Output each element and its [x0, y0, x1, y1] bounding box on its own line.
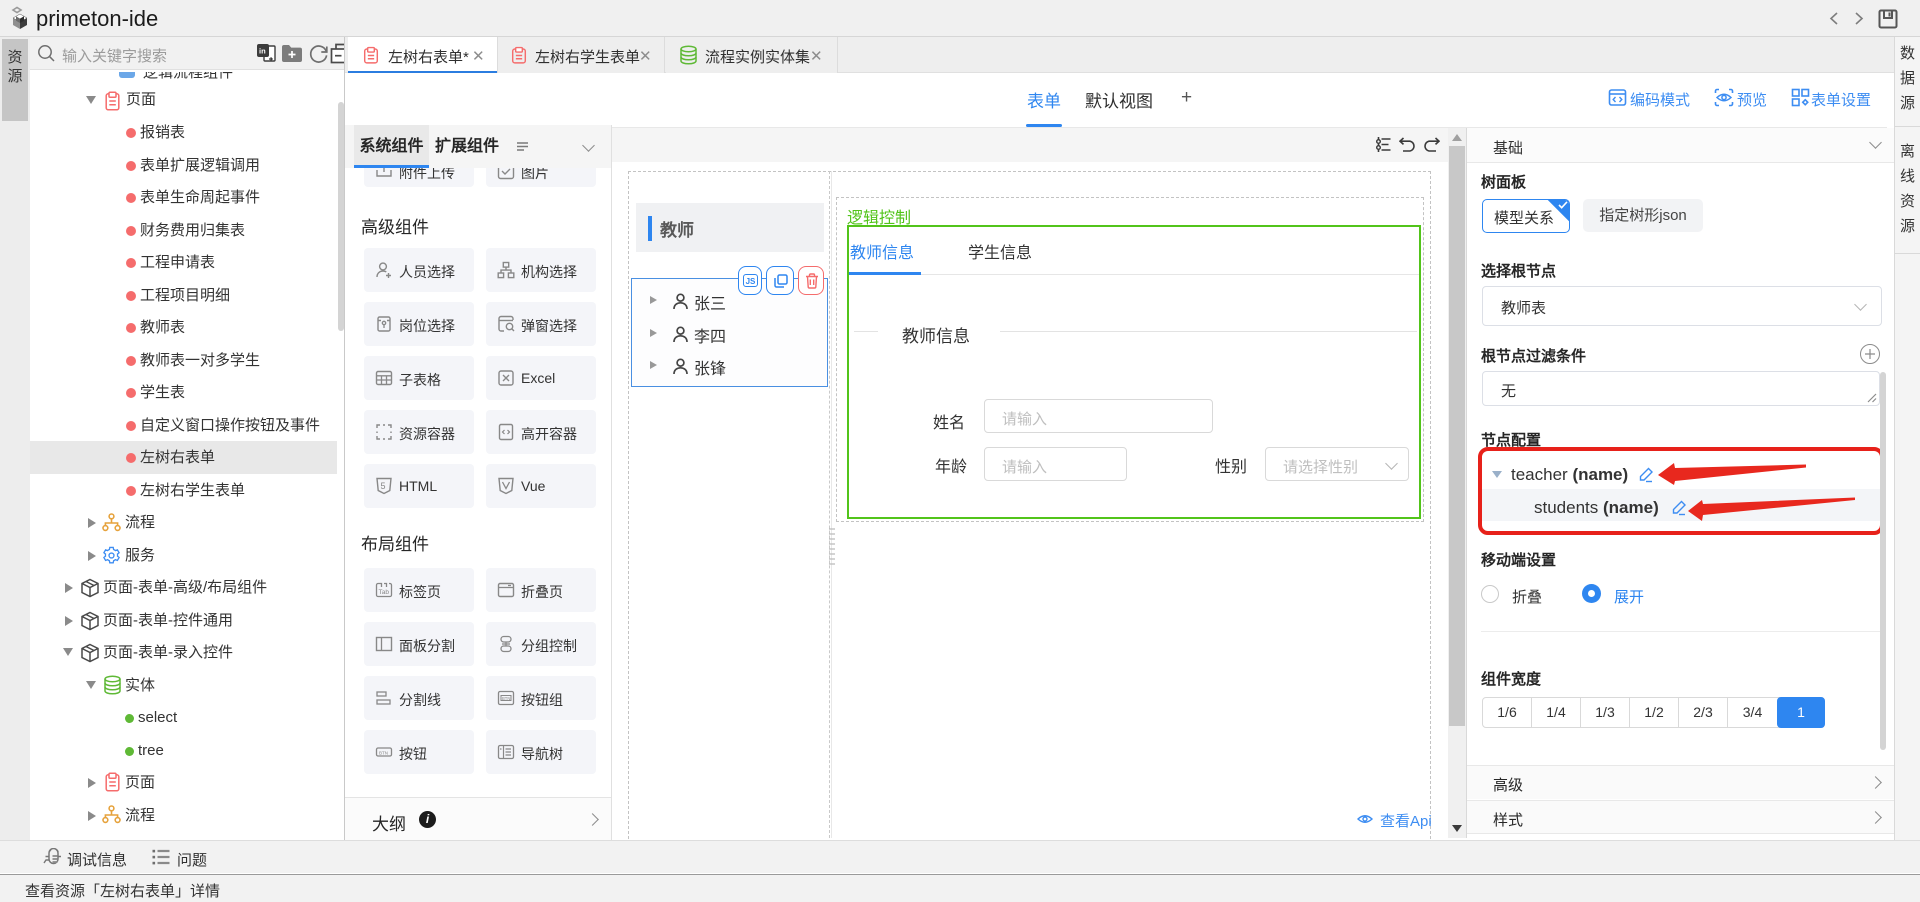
svg-text:BTN: BTN: [502, 696, 510, 701]
svg-text:5: 5: [381, 481, 386, 491]
svg-text:Tab: Tab: [379, 589, 390, 596]
svg-text:in: in: [259, 47, 266, 56]
svg-text:BTN: BTN: [379, 750, 388, 755]
